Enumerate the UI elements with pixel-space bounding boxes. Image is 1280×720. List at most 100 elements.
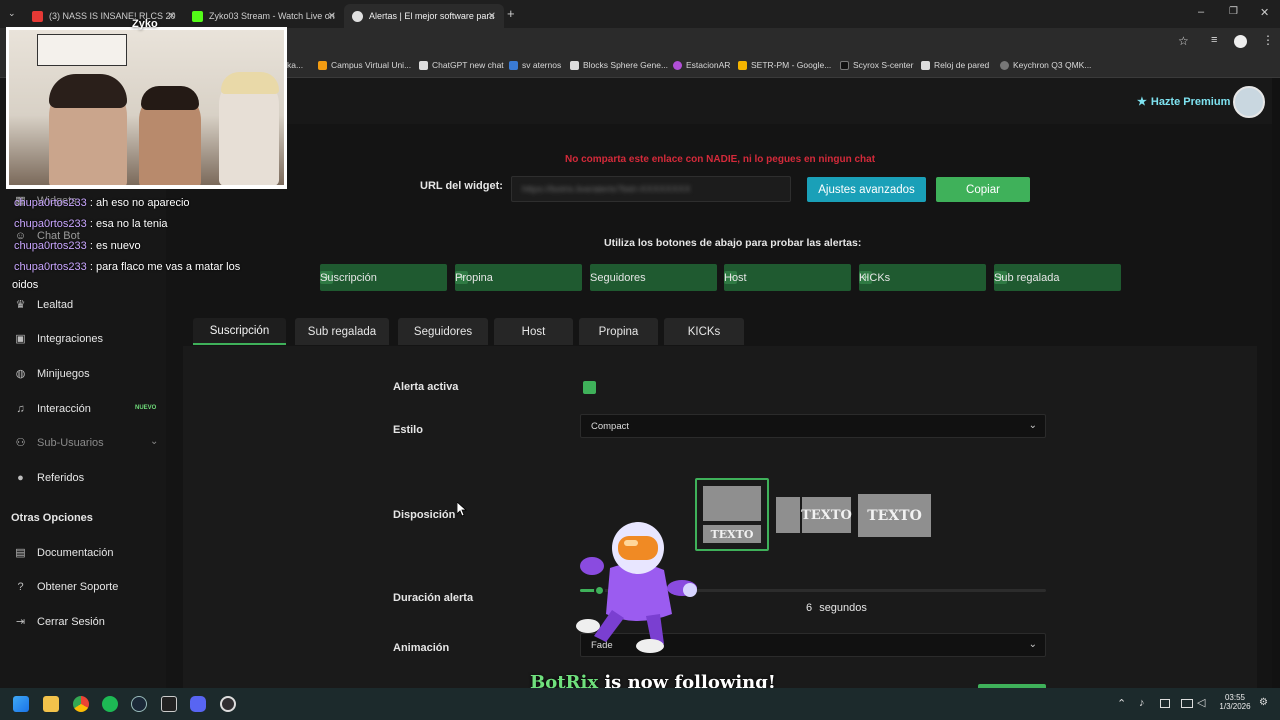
obs-icon[interactable] — [220, 696, 236, 712]
browser-tab-youtube[interactable]: (3) NASS IS INSANE! RLCS 2026 ✕ — [24, 4, 184, 28]
advanced-settings-button[interactable]: Ajustes avanzados — [807, 177, 926, 202]
test-hint: Utiliza los botones de abajo para probar… — [604, 237, 862, 249]
chrome-icon[interactable] — [73, 696, 89, 712]
profile-icon[interactable] — [1234, 35, 1247, 48]
help-icon: ? — [17, 580, 24, 593]
close-window-icon[interactable]: ✕ — [1260, 6, 1269, 19]
gamepad-icon: ◍ — [15, 368, 26, 380]
browser-tab-alertas[interactable]: Alertas | El mejor software para ✕ — [344, 4, 504, 28]
sidebar-item-referidos[interactable]: ● Referidos — [14, 471, 84, 484]
astronaut-arm-left — [580, 557, 604, 575]
volume-icon[interactable]: ◁ — [1197, 696, 1205, 709]
sidebar-item-cerrar-sesion[interactable]: ⇥ Cerrar Sesión — [14, 615, 105, 629]
test-propina-button[interactable]: Propina + — [455, 264, 582, 291]
astronaut-hand — [683, 583, 697, 597]
duration-readout: 6 segundos — [806, 602, 867, 614]
sidebar-item-interaccion[interactable]: ♫ Interacción — [14, 402, 90, 415]
url-value: https://botrix.live/alerts?bid=XXXXXXXX — [522, 184, 691, 195]
tab-seguidores[interactable]: Seguidores — [398, 318, 488, 345]
bookmark-item[interactable]: SETR-PM - Google... — [738, 60, 831, 70]
person-left-hair — [49, 74, 127, 108]
spotify-icon[interactable] — [102, 696, 118, 712]
layout-text: TEXTO — [703, 525, 761, 543]
close-icon[interactable]: ✕ — [488, 11, 496, 22]
new-tab-button[interactable]: + — [507, 6, 515, 21]
file-explorer-icon[interactable] — [43, 696, 59, 712]
windows-start-icon[interactable] — [13, 696, 29, 712]
sidebar-item-documentacion[interactable]: ▤ Documentación — [14, 546, 113, 560]
tab-suscripcion[interactable]: Suscripción — [193, 318, 286, 345]
sidebar-item-integraciones[interactable]: ▣ Integraciones — [14, 332, 103, 346]
premium-link[interactable]: ★ Hazte Premium — [1137, 95, 1230, 109]
copy-button[interactable]: Copiar — [936, 177, 1030, 202]
test-host-button[interactable]: Host + — [724, 264, 851, 291]
astronaut-visor — [618, 536, 658, 560]
menu-icon[interactable]: ⋮ — [1262, 33, 1274, 47]
sidebar-item-sub-usuarios[interactable]: ⚇ Sub-Usuarios — [14, 436, 104, 450]
drive-icon — [738, 60, 747, 70]
minimize-icon[interactable]: – — [1198, 6, 1204, 18]
alert-active-label: Alerta activa — [393, 381, 459, 393]
bookmark-icon — [840, 60, 849, 70]
bookmark-item[interactable]: Keychron Q3 QMK... — [1000, 60, 1091, 70]
avatar[interactable] — [1233, 86, 1265, 118]
user-icon: ● — [17, 471, 24, 484]
bookmark-item[interactable]: Reloj de pared — [921, 60, 989, 70]
bookmark-item[interactable]: sv aternos — [509, 60, 561, 70]
playlist-icon[interactable]: ≡ — [1211, 34, 1217, 46]
bookmark-icon — [1000, 60, 1009, 70]
clock-time: 03:55 — [1224, 693, 1246, 702]
layout-option-side[interactable]: TEXTO — [776, 497, 852, 533]
sidebar-item-lealtad[interactable]: ♛ Lealtad — [14, 298, 74, 312]
duration-label: Duración alerta — [393, 592, 474, 604]
tray-app-icon[interactable] — [1160, 699, 1170, 708]
restore-icon[interactable]: ❐ — [1229, 6, 1238, 17]
style-select[interactable]: Compact ⌄ — [580, 414, 1046, 438]
bookmark-item[interactable]: Scyrox S-center — [840, 60, 913, 70]
steam-icon[interactable] — [131, 696, 147, 712]
url-field[interactable]: https://botrix.live/alerts?bid=XXXXXXXX — [511, 176, 791, 202]
alert-active-checkbox[interactable] — [583, 381, 596, 394]
microphone-icon[interactable]: ♪ — [1139, 697, 1145, 709]
bookmark-partial[interactable]: ka... — [287, 60, 303, 70]
duration-unit: segundos — [819, 602, 867, 614]
layout-text: TEXTO — [801, 497, 852, 533]
doc-icon: ▤ — [15, 547, 26, 559]
chevron-down-icon[interactable]: ⌄ — [8, 8, 16, 19]
bookmark-icon — [673, 60, 682, 70]
bookmark-item[interactable]: Campus Virtual Uni... — [318, 60, 411, 70]
close-icon[interactable]: ✕ — [168, 11, 176, 22]
bookmark-item[interactable]: Blocks Sphere Gene... — [570, 60, 668, 70]
chatgpt-icon — [419, 60, 428, 70]
wall-poster — [37, 34, 127, 66]
test-kicks-button[interactable]: KICKs + — [859, 264, 986, 291]
layout-option-text-only[interactable]: TEXTO — [858, 494, 931, 537]
chevron-down-icon[interactable]: ⌄ — [150, 436, 158, 447]
close-icon[interactable]: ✕ — [328, 11, 336, 22]
chat-message: oidos — [12, 279, 39, 291]
music-icon: ♫ — [16, 402, 25, 415]
tab-propina[interactable]: Propina — [579, 318, 658, 345]
logout-icon: ⇥ — [15, 616, 26, 628]
tab-host[interactable]: Host — [494, 318, 573, 345]
tray-chevron-up-icon[interactable]: ⌃ — [1117, 697, 1126, 710]
tab-kicks[interactable]: KICKs — [664, 318, 744, 345]
discord-icon[interactable] — [190, 696, 206, 712]
layout-option-stacked[interactable]: TEXTO — [695, 478, 769, 551]
star-icon[interactable]: ☆ — [1178, 34, 1189, 48]
clock[interactable]: 03:55 1/3/2026 — [1216, 693, 1254, 711]
test-seguidores-button[interactable]: Seguidores — [590, 264, 717, 291]
browser-tab-kick[interactable]: Zyko03 Stream - Watch Live on ✕ — [184, 4, 344, 28]
notification-icon[interactable]: ⚙ — [1259, 697, 1268, 708]
tab-sub-regalada[interactable]: Sub regalada — [295, 318, 389, 345]
test-sub-regalada-button[interactable]: Sub regalada + — [994, 264, 1121, 291]
network-icon[interactable] — [1181, 699, 1193, 708]
sidebar-item-minijuegos[interactable]: ◍ Minijuegos — [14, 367, 90, 381]
test-suscripcion-button[interactable]: Suscripción + — [320, 264, 447, 291]
bookmark-item[interactable]: EstacionAR — [673, 60, 730, 70]
epic-games-icon[interactable] — [161, 696, 177, 712]
sidebar-item-soporte[interactable]: ? Obtener Soporte — [14, 580, 118, 593]
kick-icon — [192, 10, 203, 22]
chat-message: chupa0rtos233 : esa no la tenia — [14, 218, 168, 230]
bookmark-item[interactable]: ChatGPT new chat — [419, 60, 504, 70]
